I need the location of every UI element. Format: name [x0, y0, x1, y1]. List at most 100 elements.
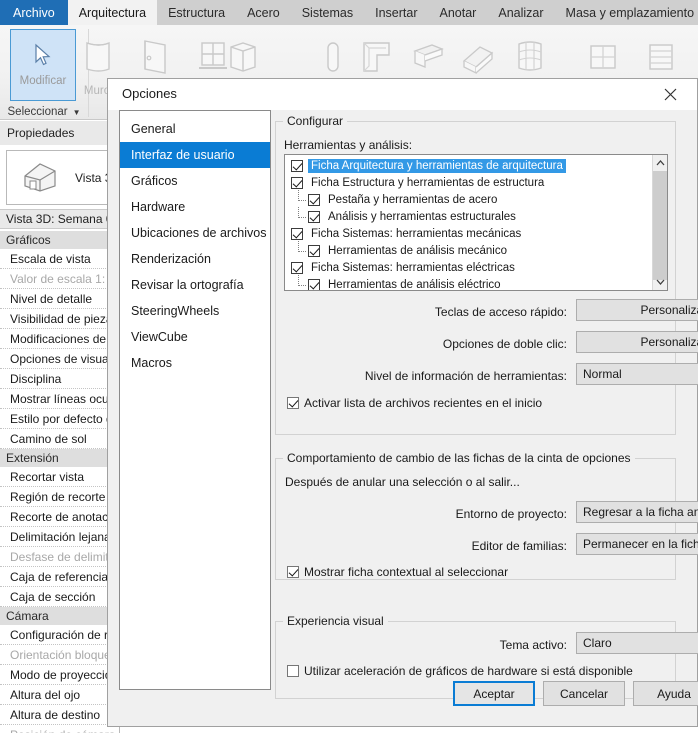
properties-group-header: Cámara [0, 607, 119, 625]
properties-row[interactable]: Modo de proyeccio [0, 665, 119, 685]
options-category-gr-ficos[interactable]: Gráficos [120, 168, 270, 194]
properties-row[interactable]: Altura del ojo [0, 685, 119, 705]
close-icon[interactable] [648, 79, 692, 109]
options-category-label: Interfaz de usuario [131, 148, 235, 162]
options-category-steeringwheels[interactable]: SteeringWheels [120, 298, 270, 324]
properties-row[interactable]: Caja de referencia [0, 567, 119, 587]
cancel-button[interactable]: Cancelar [543, 681, 625, 706]
properties-row[interactable]: Camino de sol [0, 429, 119, 449]
tree-row[interactable]: Herramientas de análisis eléctrico [285, 274, 655, 290]
options-category-general[interactable]: General [120, 116, 270, 142]
properties-row[interactable]: Orientación bloque [0, 645, 119, 665]
properties-row-label: Opciones de visual [10, 351, 112, 366]
properties-row[interactable]: Nivel de detalle [0, 289, 119, 309]
properties-row[interactable]: Posición de cámara [0, 725, 119, 733]
ribbon-tab-analizar[interactable]: Analizar [487, 0, 554, 25]
options-category-label: Macros [131, 356, 172, 370]
options-category-viewcube[interactable]: ViewCube [120, 324, 270, 350]
properties-row[interactable]: Región de recorte v [0, 487, 119, 507]
properties-row-label: Altura de destino [10, 707, 101, 722]
options-category-macros[interactable]: Macros [120, 350, 270, 376]
ribbon-tab-insertar[interactable]: Insertar [364, 0, 428, 25]
options-category-ubicaciones-de-archivos[interactable]: Ubicaciones de archivos [120, 220, 270, 246]
properties-row[interactable]: Visibilidad de pieza [0, 309, 119, 329]
tree-row[interactable]: Ficha Arquitectura y herramientas de arq… [285, 157, 655, 174]
tree-row[interactable]: Herramientas de análisis mecánico [285, 240, 655, 259]
ok-button[interactable]: Aceptar [453, 681, 535, 706]
ribbon-tab-sistemas[interactable]: Sistemas [291, 0, 364, 25]
properties-row[interactable]: Mostrar líneas ocul [0, 389, 119, 409]
recent-files-checkbox[interactable] [287, 397, 299, 409]
tree-item-checkbox[interactable] [308, 244, 320, 257]
tree-connector-icon [295, 189, 308, 207]
tree-row[interactable]: Pestaña y herramientas de acero [285, 189, 655, 208]
properties-type-selector[interactable]: Vista 3D: Semana 08 [0, 209, 119, 229]
properties-row[interactable]: Valor de escala 1: [0, 269, 119, 289]
properties-row-label: Caja de referencia [10, 569, 109, 584]
tree-row[interactable]: Análisis y herramientas estructurales [285, 206, 655, 225]
application-window: Archivo Arquitectura Estructura Acero Sistem… [0, 0, 698, 733]
properties-row[interactable]: Recortar vista [0, 467, 119, 487]
options-category-label: Revisar la ortografía [131, 278, 244, 292]
mullion-icon [638, 29, 682, 85]
options-category-list[interactable]: General Interfaz de usuario Gráficos Hardwa… [119, 110, 271, 690]
properties-row[interactable]: Disciplina [0, 369, 119, 389]
tooltip-level-select[interactable]: Normal [576, 363, 698, 385]
scroll-down-icon[interactable] [653, 274, 667, 290]
options-category-interfaz-de-usuario[interactable]: Interfaz de usuario [120, 142, 270, 168]
properties-row[interactable]: Estilo por defecto d [0, 409, 119, 429]
tree-item-checkbox[interactable] [291, 227, 303, 240]
options-category-hardware[interactable]: Hardware [120, 194, 270, 220]
scroll-up-icon[interactable] [653, 155, 667, 171]
modify-label: Modificar [19, 75, 67, 87]
ribbon-tab-estructura[interactable]: Estructura [157, 0, 236, 25]
properties-row[interactable]: Altura de destino [0, 705, 119, 725]
properties-row-label: Orientación bloque [10, 647, 111, 662]
select-label: Seleccionar [7, 106, 68, 118]
contextual-tab-checkbox[interactable] [287, 566, 299, 578]
tree-item-label: Herramientas de análisis mecánico [328, 244, 507, 257]
tools-tree[interactable]: Ficha Arquitectura y herramientas de arq… [284, 154, 668, 291]
properties-row[interactable]: Delimitación lejana [0, 527, 119, 547]
tree-item-checkbox[interactable] [308, 278, 320, 290]
properties-row[interactable]: Recorte de anotaci [0, 507, 119, 527]
tree-row[interactable]: Ficha Estructura y herramientas de estru… [285, 174, 655, 191]
ribbon-tab-archivo[interactable]: Archivo [0, 0, 68, 25]
tree-item-checkbox[interactable] [291, 159, 303, 172]
project-environment-select[interactable]: Regresar a la ficha anterior [576, 501, 698, 523]
options-category-revisar-la-ortograf-a[interactable]: Revisar la ortografía [120, 272, 270, 298]
help-button[interactable]: Ayuda [633, 681, 698, 706]
recent-files-checkbox-row[interactable]: Activar lista de archivos recientes en e… [287, 396, 542, 410]
tree-row[interactable]: Ficha Sistemas: herramientas mecánicas [285, 225, 655, 242]
family-editor-select[interactable]: Permanecer en la ficha Modificar [576, 533, 698, 555]
contextual-tab-checkbox-row[interactable]: Mostrar ficha contextual al seleccionar [287, 565, 508, 579]
tree-item-checkbox[interactable] [291, 261, 303, 274]
ribbon-tab-acero[interactable]: Acero [236, 0, 291, 25]
tree-item-checkbox[interactable] [308, 193, 320, 206]
ribbon-tab-label: Insertar [375, 5, 418, 20]
properties-row[interactable]: Opciones de visual [0, 349, 119, 369]
ribbon-tab-masa-y-emplazamiento[interactable]: Masa y emplazamiento [555, 0, 698, 25]
customize-shortcuts-button[interactable]: Personalizar... [576, 299, 698, 321]
active-theme-select[interactable]: Claro [576, 632, 698, 654]
scrollbar-thumb[interactable] [653, 171, 667, 280]
contextual-tab-label: Mostrar ficha contextual al seleccionar [304, 565, 509, 579]
tree-item-checkbox[interactable] [308, 210, 320, 223]
curtain-system-icon [508, 29, 552, 85]
options-category-renderizaci-n[interactable]: Renderización [120, 246, 270, 272]
ribbon-tab-anotar[interactable]: Anotar [429, 0, 488, 25]
properties-row[interactable]: Caja de sección [0, 587, 119, 607]
properties-row-label: Mostrar líneas ocul [10, 391, 112, 406]
tools-tree-scrollbar[interactable] [652, 155, 667, 290]
properties-row[interactable]: Configuración de r [0, 625, 119, 645]
options-category-label: Hardware [131, 200, 186, 214]
properties-row[interactable]: Escala de vista [0, 249, 119, 269]
tree-row[interactable]: Ficha Sistemas: herramientas eléctricas [285, 259, 655, 276]
ribbon-tab-arquitectura[interactable]: Arquitectura [67, 0, 158, 25]
tree-item-checkbox[interactable] [291, 176, 303, 189]
configure-group-legend: Configurar [283, 114, 348, 128]
customize-double-click-button[interactable]: Personalizar... [576, 331, 698, 353]
properties-row[interactable]: Desfase de delimita [0, 547, 119, 567]
properties-row[interactable]: Modificaciones de [0, 329, 119, 349]
tab-behavior-group-legend: Comportamiento de cambio de las fichas d… [283, 451, 635, 465]
